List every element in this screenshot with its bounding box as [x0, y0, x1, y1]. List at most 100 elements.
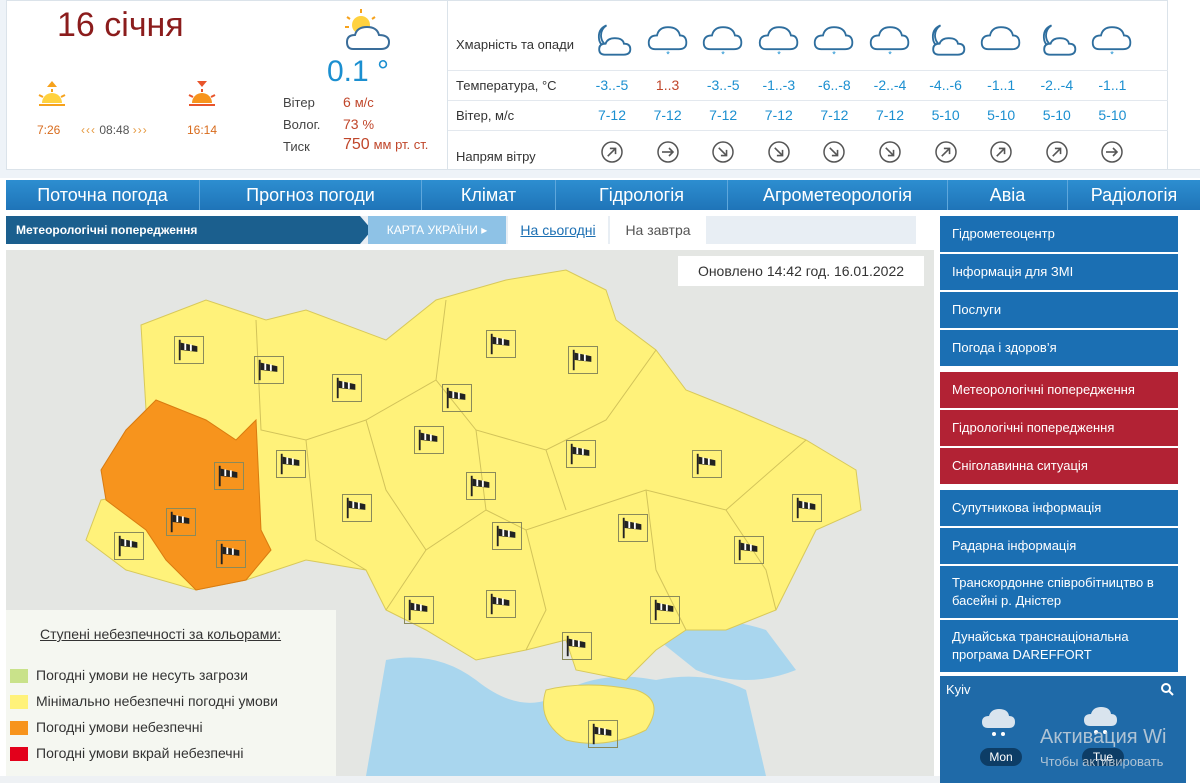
humidity-value: 73 %: [343, 116, 375, 132]
windsock-icon[interactable]: [214, 462, 244, 490]
windsock-icon[interactable]: [404, 596, 434, 624]
svg-text:*: *: [666, 49, 670, 59]
snow-cloud-icon: *: [1092, 26, 1132, 59]
nav-climate[interactable]: Клімат: [422, 180, 556, 210]
tab-meteorological-warnings[interactable]: Метеорологічні попередження: [6, 216, 372, 244]
moon-cloud-icon: [1042, 24, 1077, 56]
windsock-icon[interactable]: [492, 522, 522, 550]
sidebar-item[interactable]: Супутникова інформація: [940, 490, 1178, 526]
sunrise-time: 7:26: [37, 123, 61, 137]
windsock-icon[interactable]: [588, 720, 618, 748]
legend-swatch: [10, 747, 28, 761]
windsock-icon[interactable]: [414, 426, 444, 454]
tab-today[interactable]: На сьогодні: [508, 216, 608, 244]
main-navigation: Поточна погода Прогноз погоди Клімат Гід…: [6, 180, 1200, 210]
sidebar-item[interactable]: Гідрометеоцентр: [940, 216, 1178, 252]
windsock-icon[interactable]: [332, 374, 362, 402]
sunrise-icon: [38, 81, 66, 106]
windsock-icon[interactable]: [466, 472, 496, 500]
humidity-label: Волог.: [283, 117, 321, 132]
windsock-icon[interactable]: [566, 440, 596, 468]
snow-cloud-icon: *: [647, 26, 687, 59]
windsock-icon[interactable]: [562, 632, 592, 660]
wind-direction-icon: [1101, 141, 1124, 163]
windsock-icon[interactable]: [618, 514, 648, 542]
windsock-icon[interactable]: [792, 494, 822, 522]
svg-text:*: *: [777, 49, 781, 59]
windsock-icon[interactable]: [692, 450, 722, 478]
legend: Ступені небезпечності за кольорами: Пого…: [6, 610, 336, 776]
forecast-temp: -1..1: [1098, 77, 1127, 93]
svg-text:*: *: [1111, 49, 1115, 59]
wind-value: 6 м/с: [343, 94, 374, 110]
current-weather-panel: 16 січня 0.1 ° 7:26 ‹‹‹ 08:48 ››› 16:14 …: [6, 0, 448, 170]
windsock-icon[interactable]: [114, 532, 144, 560]
nav-hydrology[interactable]: Гідрологія: [556, 180, 728, 210]
row-label-wind-direction: Напрям вітру: [456, 149, 536, 164]
current-temperature: 0.1 °: [327, 55, 390, 88]
sidebar-item[interactable]: Сніголавинна ситуація: [940, 448, 1178, 484]
warnings-map: Оновлено 14:42 год. 16.01.2022 Ступені н…: [6, 250, 934, 776]
windsock-icon[interactable]: [216, 540, 246, 568]
wind-direction-icon: [990, 141, 1012, 163]
windsock-icon[interactable]: [442, 384, 472, 412]
nav-avia[interactable]: Авіа: [948, 180, 1068, 210]
nav-forecast[interactable]: Прогноз погоди: [200, 180, 422, 210]
sidebar-item[interactable]: Погода і здоров’я: [940, 330, 1178, 366]
sub-navigation: Метеорологічні попередження КАРТА УКРАЇН…: [6, 216, 916, 244]
nav-radiology[interactable]: Радіологія: [1068, 180, 1200, 210]
header-edge: [1168, 0, 1200, 170]
windsock-icon[interactable]: [174, 336, 204, 364]
forecast-temp: 1..3: [655, 77, 680, 93]
windsock-icon[interactable]: [734, 536, 764, 564]
snow-cloud-icon: *: [758, 26, 799, 59]
windsock-icon[interactable]: [568, 346, 598, 374]
snow-cloud-icon: *: [814, 26, 854, 59]
kyiv-day-mon[interactable]: Mon: [980, 748, 1022, 766]
svg-text:*: *: [721, 49, 725, 59]
windsock-icon[interactable]: [276, 450, 306, 478]
legend-swatch: [10, 695, 28, 709]
sidebar-item[interactable]: Радарна інформація: [940, 528, 1178, 564]
forecast-table: Хмарність та опади Температура, °С Вітер…: [448, 0, 1168, 170]
sidebar-item[interactable]: Інформація для ЗМІ: [940, 254, 1178, 290]
forecast-temp: -4..-6: [929, 77, 962, 93]
sidebar-item[interactable]: Гідрологічні попередження: [940, 410, 1178, 446]
windsock-icon[interactable]: [650, 596, 680, 624]
forecast-temp: -1..1: [987, 77, 1016, 93]
snow-cloud-icon: [982, 709, 1015, 736]
tab-ukraine-map[interactable]: КАРТА УКРАЇНИ ▸: [368, 216, 506, 244]
moon-cloud-icon: [597, 24, 632, 56]
forecast-wind: 5-10: [1042, 107, 1071, 123]
weather-header: 16 січня 0.1 ° 7:26 ‹‹‹ 08:48 ››› 16:14 …: [0, 0, 1200, 178]
sunset-icon: [188, 81, 216, 106]
wind-direction-icon: [879, 141, 901, 163]
legend-title: Ступені небезпечності за кольорами:: [40, 626, 282, 642]
wind-direction-icon: [823, 141, 846, 163]
windsock-icon[interactable]: [486, 590, 516, 618]
activation-watermark-sub: Чтобы активировать: [1040, 754, 1164, 769]
tab-tomorrow[interactable]: На завтра: [610, 216, 706, 244]
forecast-wind: 7-12: [597, 107, 627, 123]
sidebar-menu: Гідрометеоцентр Інформація для ЗМІ Послуги…: [940, 216, 1178, 674]
sidebar-item[interactable]: Послуги: [940, 292, 1178, 328]
windsock-icon[interactable]: [254, 356, 284, 384]
kyiv-title: Kyiv: [946, 682, 971, 697]
search-icon[interactable]: [1160, 682, 1174, 696]
bottom-bar: [0, 776, 940, 783]
windsock-icon[interactable]: [342, 494, 372, 522]
windsock-icon[interactable]: [486, 330, 516, 358]
forecast-temp: -2..-4: [1040, 77, 1074, 93]
nav-current-weather[interactable]: Поточна погода: [6, 180, 200, 210]
forecast-wind: 7-12: [653, 107, 682, 123]
forecast-temp: -1..-3: [762, 77, 796, 93]
sidebar-item[interactable]: Транскордонне співробітництво в басейні …: [940, 566, 1178, 618]
sunset-time: 16:14: [187, 123, 218, 137]
nav-agrometeorology[interactable]: Агрометеорологія: [728, 180, 948, 210]
sidebar-item[interactable]: Метеорологічні попередження: [940, 372, 1178, 408]
forecast-wind: 7-12: [764, 107, 793, 123]
wind-direction-icon: [1046, 141, 1068, 163]
sidebar-item[interactable]: Дунайська транснаціональна програма DARE…: [940, 620, 1178, 672]
forecast-wind: 7-12: [875, 107, 905, 123]
windsock-icon[interactable]: [166, 508, 196, 536]
